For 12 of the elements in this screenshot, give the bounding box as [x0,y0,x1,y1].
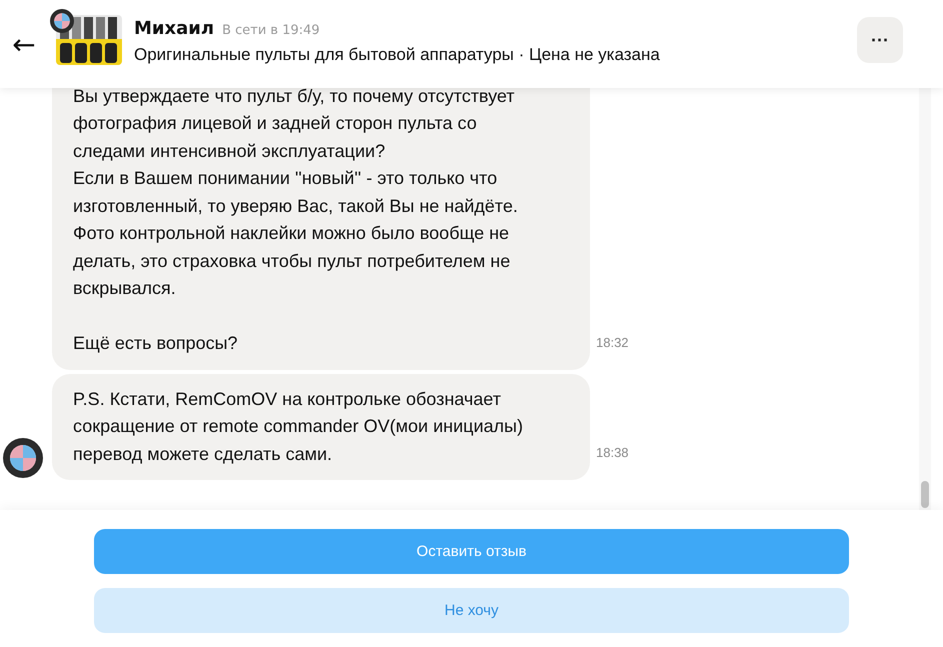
more-button[interactable]: ··· [857,17,903,63]
contact-name: Михаил [134,18,214,38]
message-time: 18:32 [596,334,629,350]
message-time: 18:38 [596,445,629,460]
avatar-icon [50,9,74,33]
listing-title[interactable]: Оригинальные пульты для бытовой аппаратуры · Цена не указана [134,44,660,64]
message-bubble: P.S. Кстати, RemComOV на контрольке обозначает сокращение от remote commander OV(мои инициалы) перевод можете сделать сами. [52,374,590,480]
presence-status: В сети в 19:49 [222,22,320,38]
message-bubble: Вы утверждаете что пульт б/у, то почему отсутствует фотография лицевой и задней сторон пульта со следами интенсивной эксплуатации? Если в Вашем понимании ''новый'' - это только что изготовленный, то уверяю Вас, такой Вы не найдёте. Фото контрольной наклейки можно было вообще не делать, это страховка чтобы пульт потребителем не вскрывался. Ещё есть вопросы? [52,88,590,370]
scrollbar[interactable] [919,88,931,510]
back-button[interactable]: ← [6,28,42,60]
scroll-thumb[interactable] [921,481,929,508]
